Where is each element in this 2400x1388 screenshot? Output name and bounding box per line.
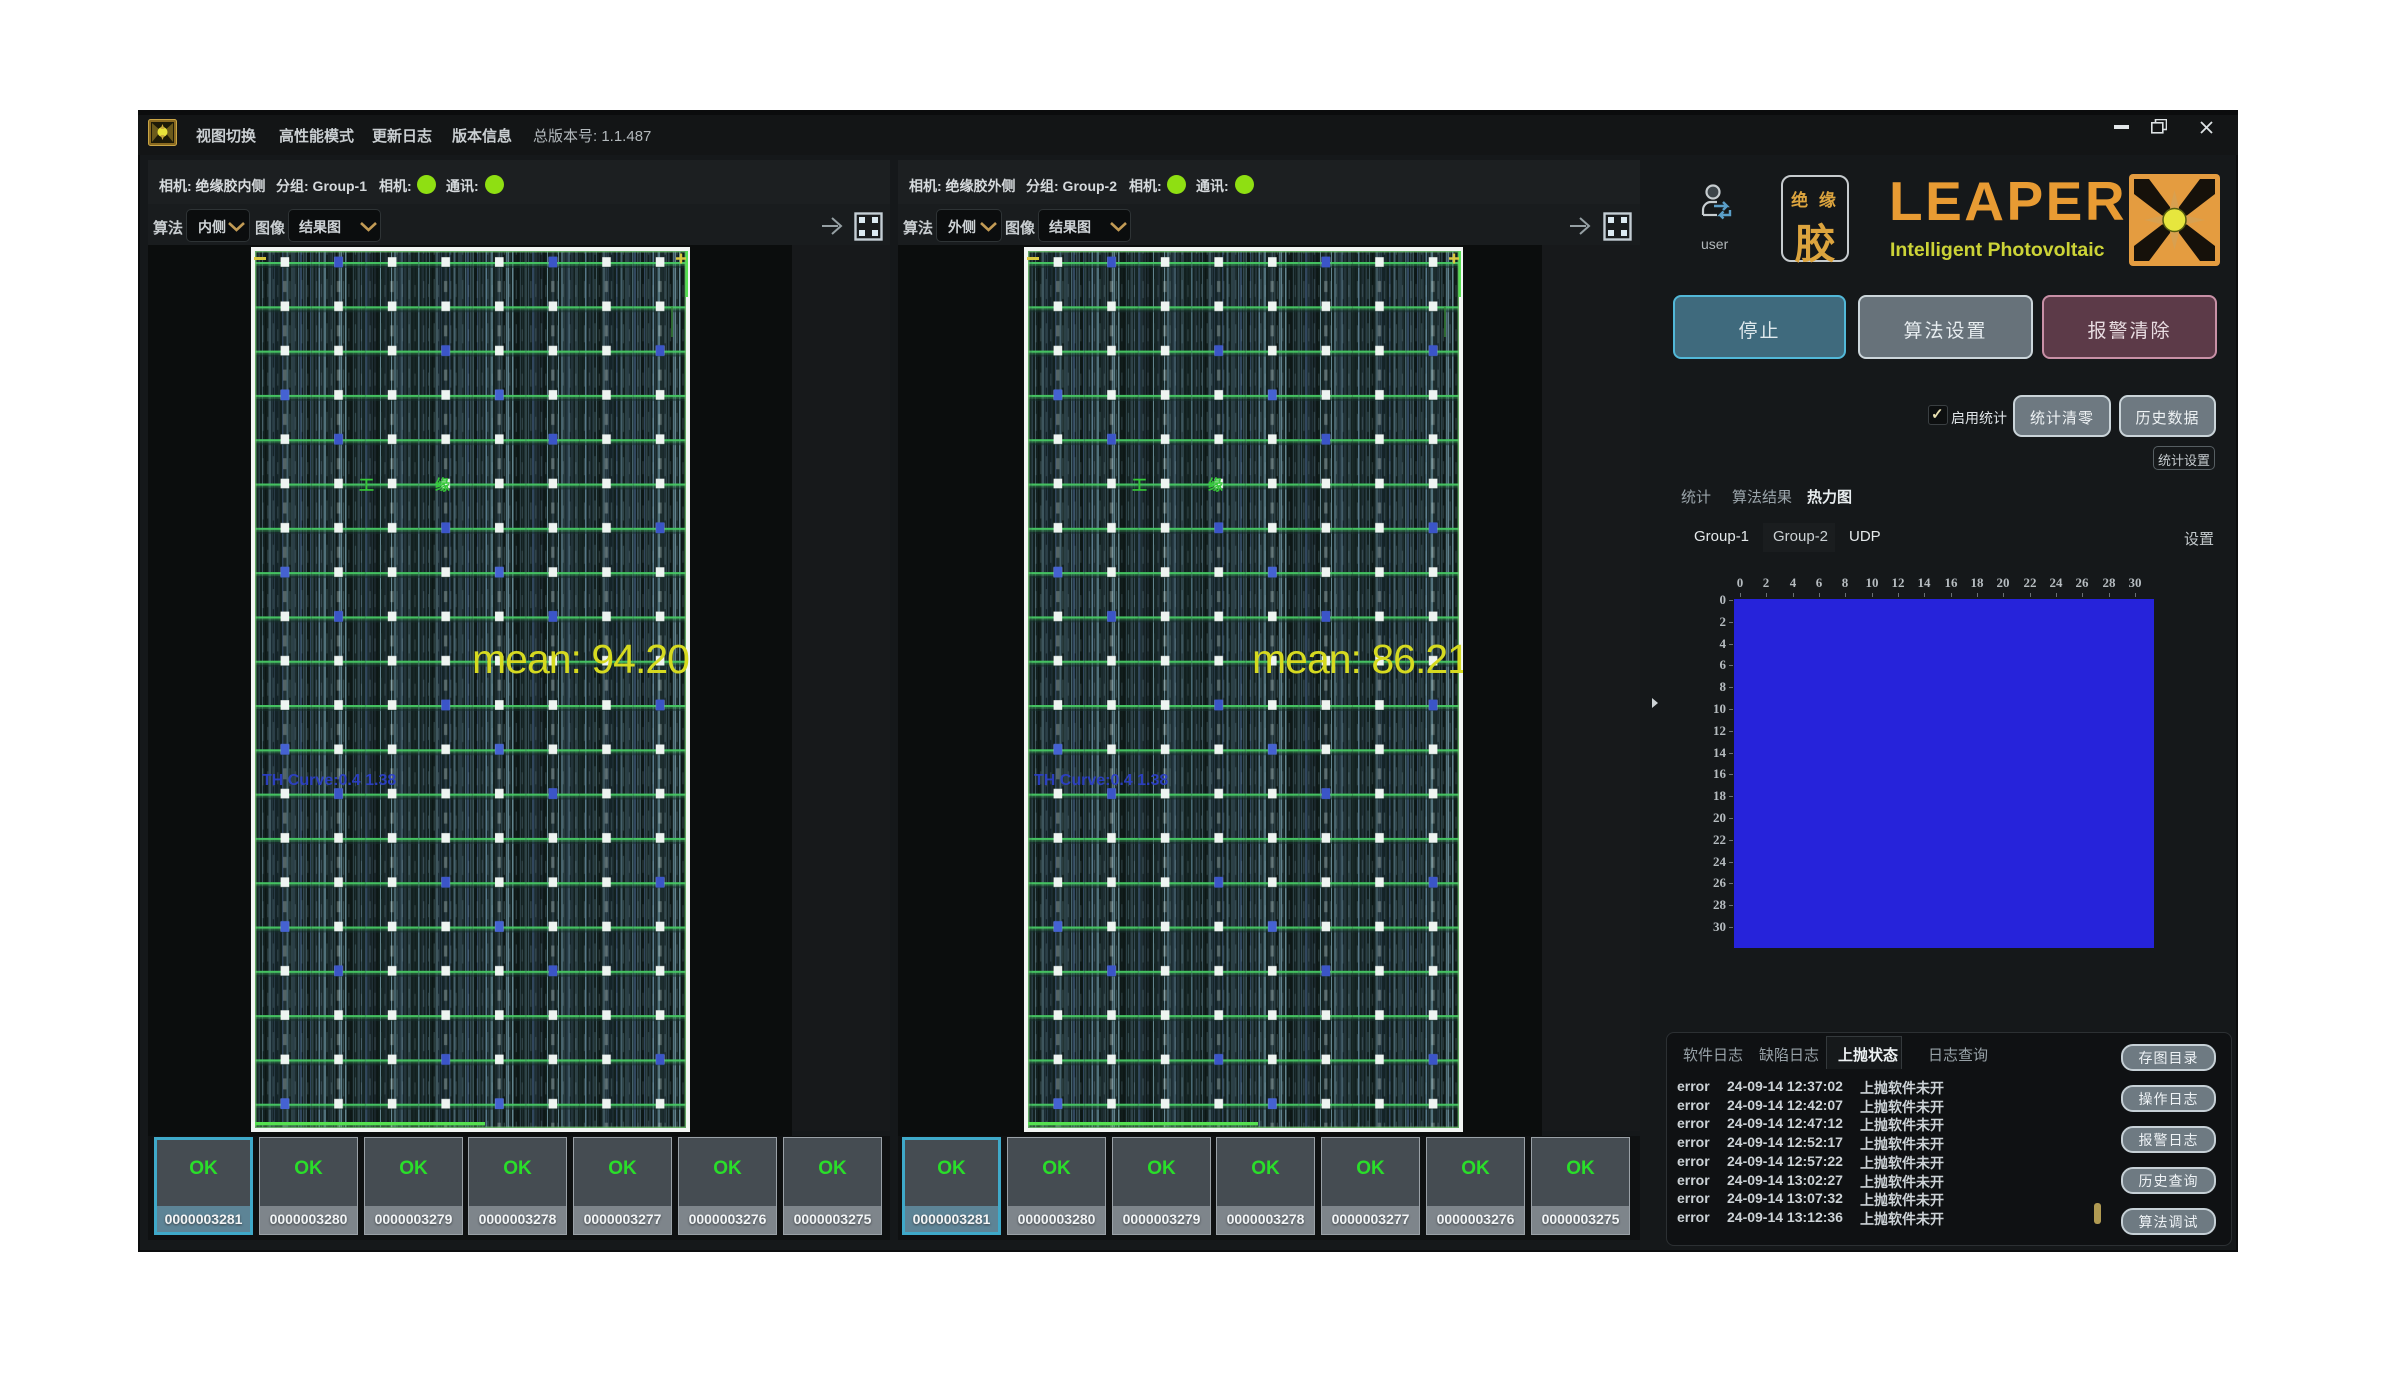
- svg-text:mean: 94.20: mean: 94.20: [472, 636, 689, 682]
- svg-text:mean: 86.21: mean: 86.21: [1252, 636, 1463, 682]
- svg-text:工: 工: [359, 477, 374, 494]
- svg-text:缘: 缘: [1208, 476, 1223, 494]
- svg-text:工: 工: [1132, 477, 1147, 494]
- svg-text:TH Curve:0.4 1.38: TH Curve:0.4 1.38: [1034, 772, 1168, 789]
- svg-text:TH Curve:0.4 1.38: TH Curve:0.4 1.38: [262, 772, 396, 789]
- svg-text:缘: 缘: [435, 476, 450, 494]
